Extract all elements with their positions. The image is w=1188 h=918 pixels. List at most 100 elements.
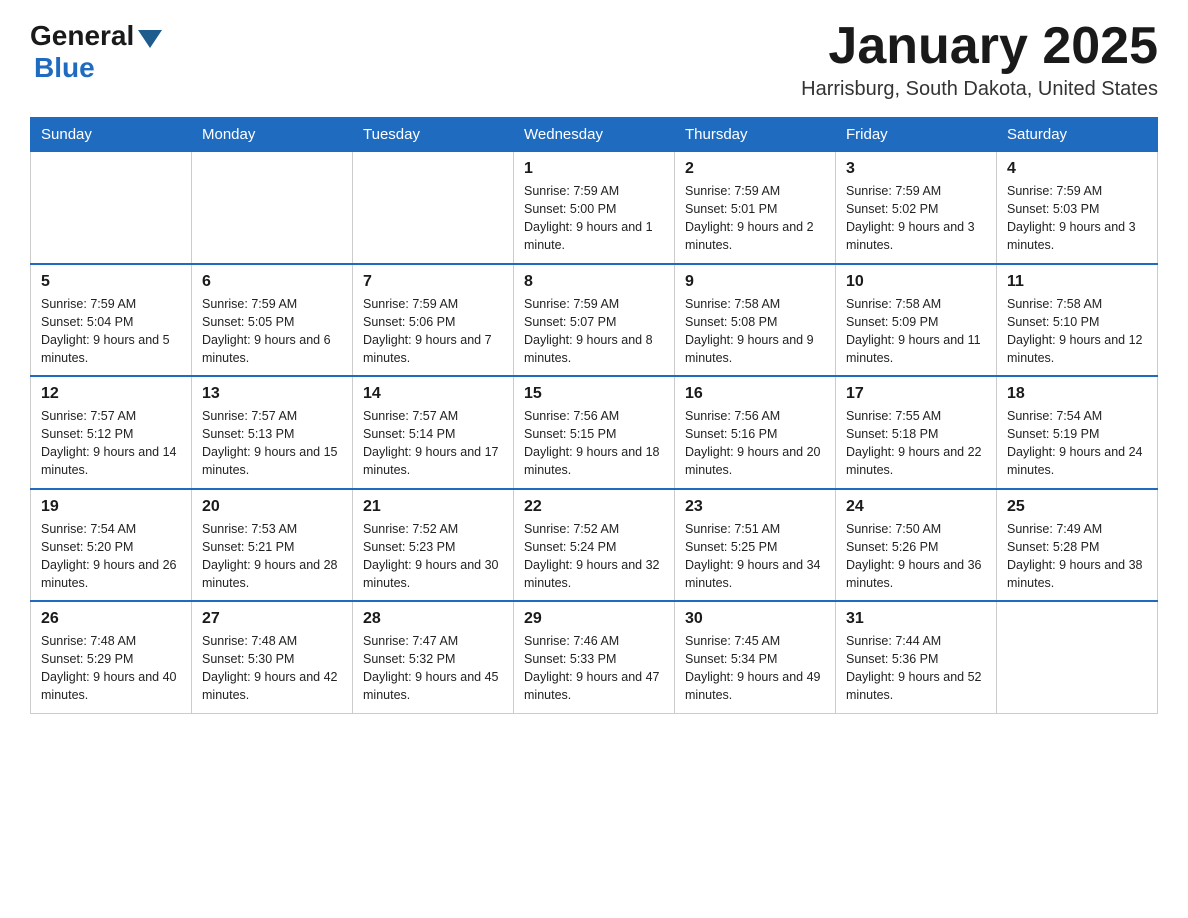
calendar-cell: 23Sunrise: 7:51 AM Sunset: 5:25 PM Dayli… (675, 489, 836, 602)
day-number: 24 (846, 498, 986, 516)
calendar-cell: 16 Sunrise: 7:56 AM Sunset: 5:16 PM Dayli… (675, 376, 836, 489)
day-number: 14 (363, 385, 503, 403)
logo-general-text: General (30, 20, 134, 52)
day-number: 7 (363, 273, 503, 291)
day-number: 26 (41, 610, 181, 628)
day-info: Sunrise: 7:49 AM Sunset: 5:28 PM Dayligh… (1007, 520, 1147, 593)
day-info: Sunrise: 7:52 AM Sunset: 5:24 PM Dayligh… (524, 520, 664, 593)
day-number: 31 (846, 610, 986, 628)
day-info: Sunrise: 7:59 AM Sunset: 5:07 PM Dayligh… (524, 295, 664, 368)
calendar-week-row: 12 Sunrise: 7:57 AM Sunset: 5:12 PM Dayli… (31, 376, 1158, 489)
calendar-cell: 9 Sunrise: 7:58 AM Sunset: 5:08 PM Daylig… (675, 264, 836, 377)
calendar-cell: 5 Sunrise: 7:59 AM Sunset: 5:04 PM Daylig… (31, 264, 192, 377)
day-number: 2 (685, 160, 825, 178)
day-info: Sunrise: 7:46 AM Sunset: 5:33 PM Dayligh… (524, 632, 664, 705)
day-number: 25 (1007, 498, 1147, 516)
day-info: Sunrise: 7:50 AM Sunset: 5:26 PM Dayligh… (846, 520, 986, 593)
day-info: Sunrise: 7:57 AM Sunset: 5:14 PM Dayligh… (363, 407, 503, 480)
day-number: 5 (41, 273, 181, 291)
day-number: 9 (685, 273, 825, 291)
day-number: 18 (1007, 385, 1147, 403)
calendar-table: SundayMondayTuesdayWednesdayThursdayFrid… (30, 117, 1158, 714)
day-number: 12 (41, 385, 181, 403)
day-info: Sunrise: 7:52 AM Sunset: 5:23 PM Dayligh… (363, 520, 503, 593)
calendar-cell: 13Sunrise: 7:57 AM Sunset: 5:13 PM Dayli… (192, 376, 353, 489)
day-number: 3 (846, 160, 986, 178)
title-area: January 2025 Harrisburg, South Dakota, U… (801, 20, 1158, 101)
day-number: 20 (202, 498, 342, 516)
calendar-cell: 18 Sunrise: 7:54 AM Sunset: 5:19 PM Dayli… (997, 376, 1158, 489)
month-year-title: January 2025 (801, 20, 1158, 72)
day-number: 4 (1007, 160, 1147, 178)
day-number: 29 (524, 610, 664, 628)
day-info: Sunrise: 7:59 AM Sunset: 5:06 PM Dayligh… (363, 295, 503, 368)
logo-blue-text: Blue (34, 52, 95, 84)
day-number: 28 (363, 610, 503, 628)
day-number: 17 (846, 385, 986, 403)
calendar-cell: 20 Sunrise: 7:53 AM Sunset: 5:21 PM Dayli… (192, 489, 353, 602)
calendar-cell: 11 Sunrise: 7:58 AM Sunset: 5:10 PM Dayli… (997, 264, 1158, 377)
day-info: Sunrise: 7:47 AM Sunset: 5:32 PM Dayligh… (363, 632, 503, 705)
calendar-cell (997, 601, 1158, 713)
day-number: 8 (524, 273, 664, 291)
day-number: 27 (202, 610, 342, 628)
calendar-week-row: 1 Sunrise: 7:59 AM Sunset: 5:00 PM Daylig… (31, 152, 1158, 264)
calendar-cell: 27 Sunrise: 7:48 AM Sunset: 5:30 PM Dayli… (192, 601, 353, 713)
logo: General Blue (30, 20, 162, 84)
calendar-cell: 26 Sunrise: 7:48 AM Sunset: 5:29 PM Dayli… (31, 601, 192, 713)
calendar-cell: 3Sunrise: 7:59 AM Sunset: 5:02 PM Daylig… (836, 152, 997, 264)
calendar-cell: 14 Sunrise: 7:57 AM Sunset: 5:14 PM Dayli… (353, 376, 514, 489)
day-number: 19 (41, 498, 181, 516)
calendar-cell: 6Sunrise: 7:59 AM Sunset: 5:05 PM Daylig… (192, 264, 353, 377)
day-info: Sunrise: 7:48 AM Sunset: 5:29 PM Dayligh… (41, 632, 181, 705)
calendar-cell: 28 Sunrise: 7:47 AM Sunset: 5:32 PM Dayli… (353, 601, 514, 713)
calendar-cell: 24 Sunrise: 7:50 AM Sunset: 5:26 PM Dayli… (836, 489, 997, 602)
calendar-cell (192, 152, 353, 264)
weekday-header-tuesday: Tuesday (353, 118, 514, 152)
calendar-cell: 15 Sunrise: 7:56 AM Sunset: 5:15 PM Dayli… (514, 376, 675, 489)
header: General Blue January 2025 Harrisburg, So… (30, 20, 1158, 101)
logo-arrow-icon (138, 30, 162, 48)
weekday-header-saturday: Saturday (997, 118, 1158, 152)
calendar-cell: 31Sunrise: 7:44 AM Sunset: 5:36 PM Dayli… (836, 601, 997, 713)
location-subtitle: Harrisburg, South Dakota, United States (801, 78, 1158, 101)
day-info: Sunrise: 7:53 AM Sunset: 5:21 PM Dayligh… (202, 520, 342, 593)
day-info: Sunrise: 7:59 AM Sunset: 5:00 PM Dayligh… (524, 182, 664, 255)
day-number: 6 (202, 273, 342, 291)
calendar-week-row: 5 Sunrise: 7:59 AM Sunset: 5:04 PM Daylig… (31, 264, 1158, 377)
day-number: 1 (524, 160, 664, 178)
calendar-cell: 29 Sunrise: 7:46 AM Sunset: 5:33 PM Dayli… (514, 601, 675, 713)
day-number: 15 (524, 385, 664, 403)
day-info: Sunrise: 7:58 AM Sunset: 5:10 PM Dayligh… (1007, 295, 1147, 368)
day-number: 21 (363, 498, 503, 516)
day-info: Sunrise: 7:54 AM Sunset: 5:19 PM Dayligh… (1007, 407, 1147, 480)
calendar-cell: 1 Sunrise: 7:59 AM Sunset: 5:00 PM Daylig… (514, 152, 675, 264)
calendar-cell: 8 Sunrise: 7:59 AM Sunset: 5:07 PM Daylig… (514, 264, 675, 377)
calendar-cell: 22Sunrise: 7:52 AM Sunset: 5:24 PM Dayli… (514, 489, 675, 602)
day-info: Sunrise: 7:59 AM Sunset: 5:01 PM Dayligh… (685, 182, 825, 255)
day-number: 30 (685, 610, 825, 628)
day-info: Sunrise: 7:58 AM Sunset: 5:08 PM Dayligh… (685, 295, 825, 368)
day-info: Sunrise: 7:58 AM Sunset: 5:09 PM Dayligh… (846, 295, 986, 368)
calendar-cell: 12 Sunrise: 7:57 AM Sunset: 5:12 PM Dayli… (31, 376, 192, 489)
day-number: 23 (685, 498, 825, 516)
calendar-cell: 30Sunrise: 7:45 AM Sunset: 5:34 PM Dayli… (675, 601, 836, 713)
day-info: Sunrise: 7:48 AM Sunset: 5:30 PM Dayligh… (202, 632, 342, 705)
weekday-header-monday: Monday (192, 118, 353, 152)
day-info: Sunrise: 7:59 AM Sunset: 5:04 PM Dayligh… (41, 295, 181, 368)
day-number: 10 (846, 273, 986, 291)
calendar-week-row: 26 Sunrise: 7:48 AM Sunset: 5:29 PM Dayli… (31, 601, 1158, 713)
day-info: Sunrise: 7:56 AM Sunset: 5:15 PM Dayligh… (524, 407, 664, 480)
calendar-cell: 25 Sunrise: 7:49 AM Sunset: 5:28 PM Dayli… (997, 489, 1158, 602)
day-info: Sunrise: 7:57 AM Sunset: 5:12 PM Dayligh… (41, 407, 181, 480)
day-number: 11 (1007, 273, 1147, 291)
calendar-cell (353, 152, 514, 264)
weekday-header-wednesday: Wednesday (514, 118, 675, 152)
day-number: 16 (685, 385, 825, 403)
day-number: 13 (202, 385, 342, 403)
weekday-header-thursday: Thursday (675, 118, 836, 152)
calendar-cell (31, 152, 192, 264)
calendar-week-row: 19Sunrise: 7:54 AM Sunset: 5:20 PM Dayli… (31, 489, 1158, 602)
calendar-cell: 10 Sunrise: 7:58 AM Sunset: 5:09 PM Dayli… (836, 264, 997, 377)
day-info: Sunrise: 7:56 AM Sunset: 5:16 PM Dayligh… (685, 407, 825, 480)
